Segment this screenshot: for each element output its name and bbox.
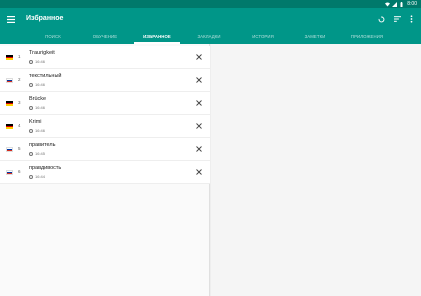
tab-learning[interactable]: ОБУЧЕНИЕ	[82, 30, 128, 44]
close-icon[interactable]	[195, 145, 203, 153]
clock-icon	[29, 151, 33, 156]
item-time-label: 16:46	[35, 105, 46, 110]
flag-ru-icon	[6, 147, 13, 152]
tab-history[interactable]: ИСТОРИЯ	[240, 30, 286, 44]
refresh-icon[interactable]	[376, 14, 386, 24]
item-time: 16:46	[29, 59, 45, 64]
clock-icon	[29, 82, 33, 87]
item-word: правдивость	[29, 165, 62, 171]
tab-search[interactable]: ПОИСК	[30, 30, 76, 44]
clock-icon	[29, 105, 33, 110]
item-time: 16:46	[29, 105, 45, 110]
tab-bar: ПОИСК ОБУЧЕНИЕ ИЗБРАННОЕ ЗАКЛАДКИ ИСТОРИ…	[0, 30, 421, 44]
signal-icon	[392, 1, 398, 7]
sort-icon[interactable]	[392, 14, 402, 24]
list-item[interactable]: 1 Traurigkeit 16:46	[0, 46, 210, 69]
favorites-list: 1 Traurigkeit 16:46 2 текстильный 16:46 …	[0, 44, 210, 296]
status-time: 8:00	[407, 1, 417, 7]
item-number: 2	[18, 77, 21, 82]
list-item[interactable]: 5 правитель 16:45	[0, 138, 210, 161]
list-item[interactable]: 2 текстильный 16:46	[0, 69, 210, 92]
detail-pane	[211, 44, 421, 296]
battery-icon	[400, 1, 403, 7]
wifi-icon	[385, 2, 391, 6]
item-number: 3	[18, 100, 21, 105]
item-time-label: 16:46	[35, 59, 46, 64]
item-time: 16:44	[29, 174, 45, 179]
item-time: 16:46	[29, 82, 45, 87]
flag-de-icon	[6, 124, 13, 129]
more-vert-icon[interactable]	[406, 14, 416, 24]
item-number: 4	[18, 123, 21, 128]
close-icon[interactable]	[195, 53, 203, 61]
close-icon[interactable]	[195, 76, 203, 84]
item-word: Krimi	[29, 119, 42, 125]
item-time: 16:46	[29, 128, 45, 133]
flag-de-icon	[6, 55, 13, 60]
menu-icon[interactable]	[6, 14, 16, 24]
tab-bookmarks[interactable]: ЗАКЛАДКИ	[186, 30, 232, 44]
list-item[interactable]: 6 правдивость 16:44	[0, 161, 210, 184]
item-word: Traurigkeit	[29, 50, 55, 56]
item-word: текстильный	[29, 73, 62, 79]
clock-icon	[29, 59, 33, 64]
item-time-label: 16:46	[35, 128, 46, 133]
item-time: 16:45	[29, 151, 45, 156]
flag-ru-icon	[6, 170, 13, 175]
list-item[interactable]: 4 Krimi 16:46	[0, 115, 210, 138]
item-time-label: 16:46	[35, 82, 46, 87]
close-icon[interactable]	[195, 99, 203, 107]
item-number: 5	[18, 146, 21, 151]
tab-apps[interactable]: ПРИЛОЖЕНИЯ	[344, 30, 390, 44]
item-time-label: 16:45	[35, 151, 46, 156]
item-time-label: 16:44	[35, 174, 46, 179]
flag-ru-icon	[6, 78, 13, 83]
item-number: 1	[18, 54, 21, 59]
item-word: Brücke	[29, 96, 47, 102]
close-icon[interactable]	[195, 168, 203, 176]
page-title: Избранное	[26, 15, 64, 22]
clock-icon	[29, 174, 33, 179]
item-number: 6	[18, 169, 21, 174]
clock-icon	[29, 128, 33, 133]
list-item[interactable]: 3 Brücke 16:46	[0, 92, 210, 115]
app-bar: Избранное	[0, 8, 421, 30]
close-icon[interactable]	[195, 122, 203, 130]
status-bar: 8:00	[0, 0, 421, 8]
flag-de-icon	[6, 101, 13, 106]
tab-notes[interactable]: ЗАМЕТКИ	[292, 30, 338, 44]
item-word: правитель	[29, 142, 56, 148]
